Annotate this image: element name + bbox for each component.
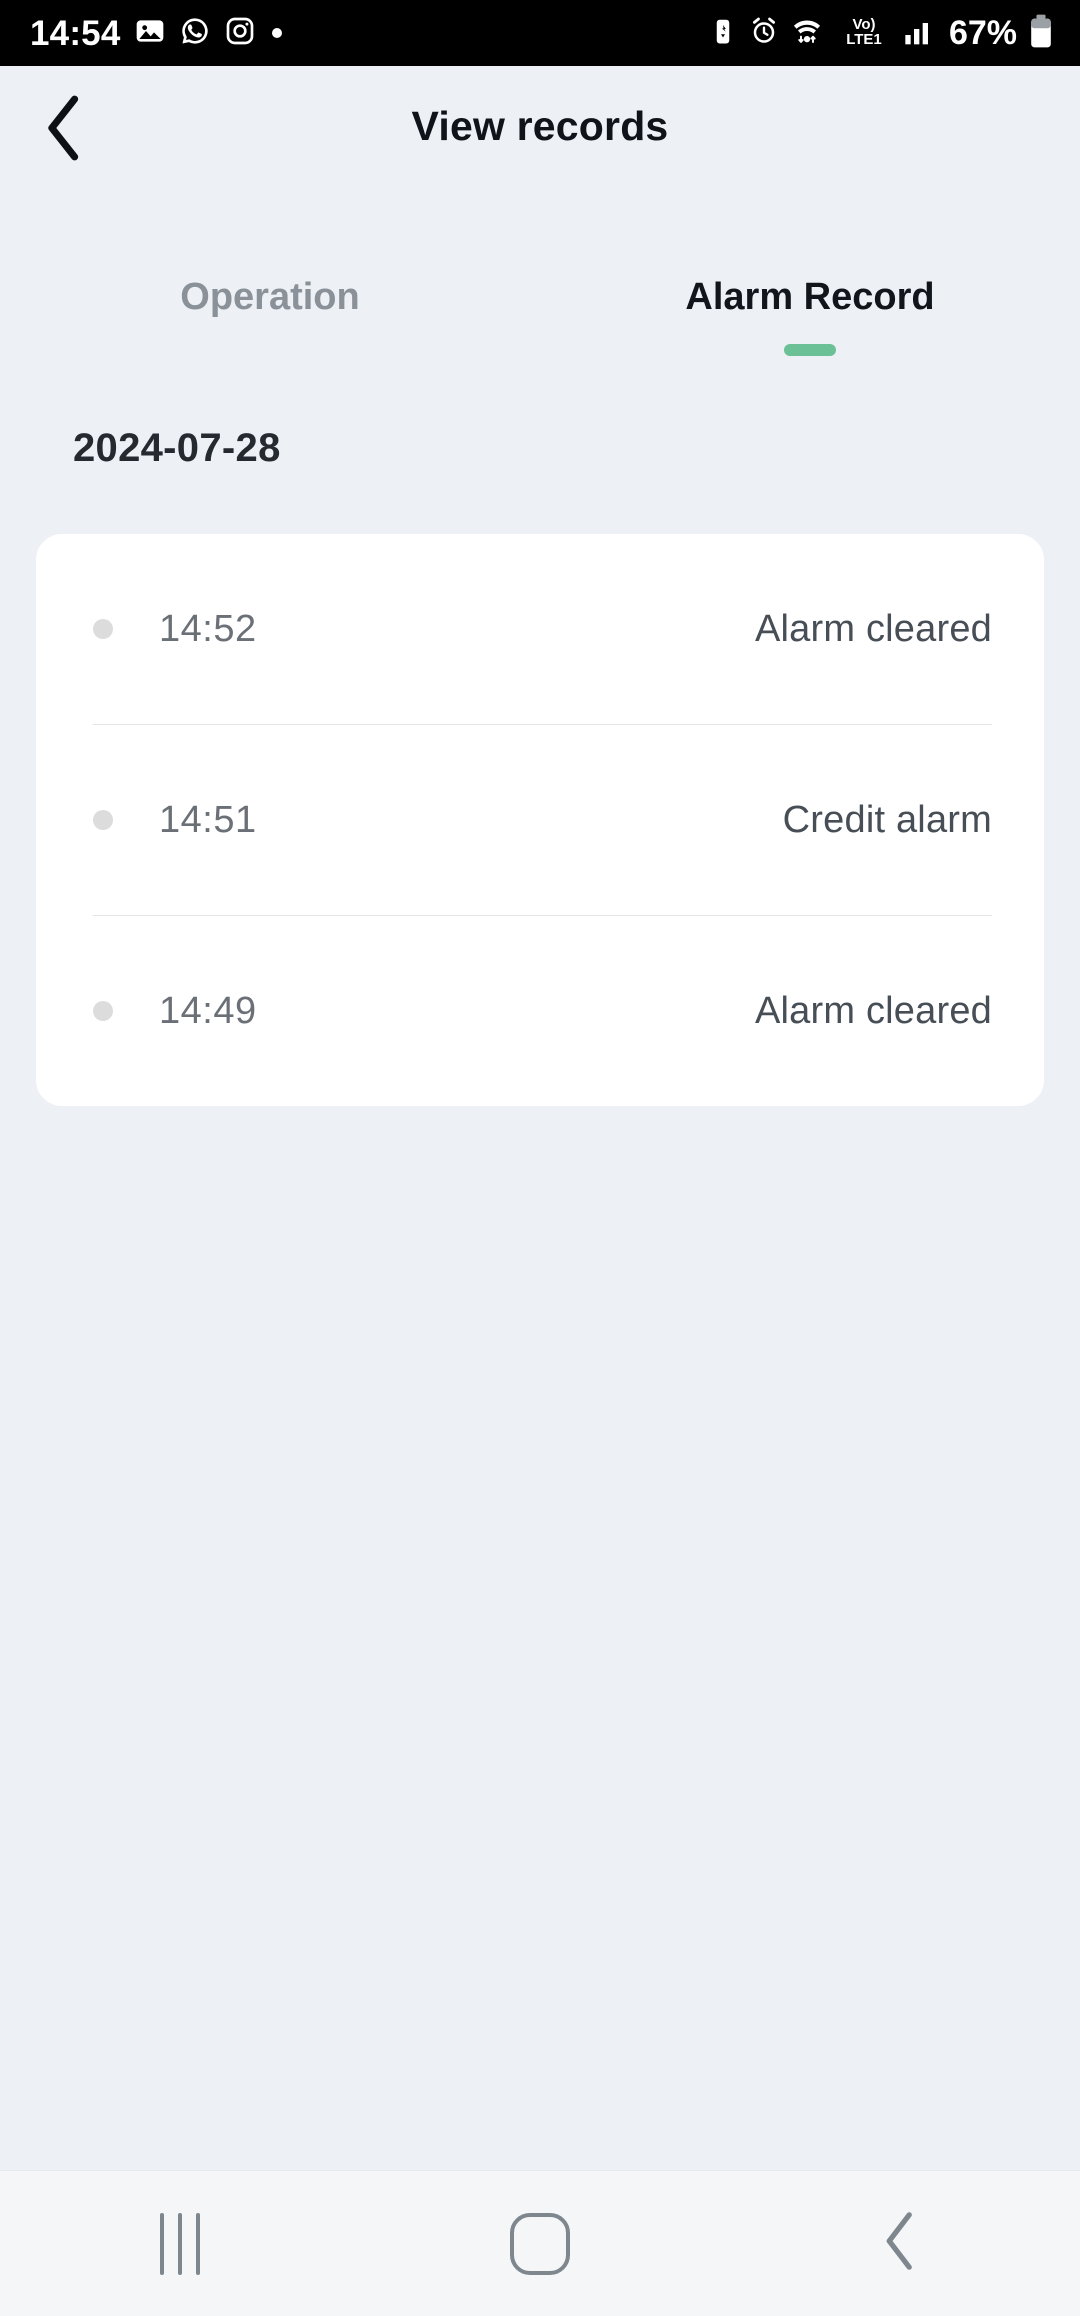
bullet-dot-icon: [93, 619, 113, 639]
table-row[interactable]: 14:49 Alarm cleared: [36, 916, 1044, 1106]
app-root: 14:54 Vo) LTE1 67% View records Operatio…: [0, 0, 1080, 2316]
bullet-dot-icon: [93, 1001, 113, 1021]
records-card: 14:52 Alarm cleared 14:51 Credit alarm 1…: [36, 534, 1044, 1106]
battery-icon: [1028, 14, 1054, 53]
tab-alarm-record-label: Alarm Record: [685, 276, 935, 318]
volte-lte-icon: Vo) LTE1: [835, 14, 893, 52]
android-nav-bar: [0, 2170, 1080, 2316]
signal-bars-icon: [904, 16, 936, 51]
nav-home-button[interactable]: [360, 2171, 720, 2316]
status-bar-right: Vo) LTE1 67%: [708, 14, 1054, 53]
record-label: Alarm cleared: [754, 607, 992, 650]
whatsapp-icon: [179, 15, 211, 52]
alarm-icon: [749, 16, 779, 51]
photos-icon: [134, 15, 166, 52]
record-label: Alarm cleared: [754, 989, 992, 1032]
tab-bar: Operation Alarm Record: [0, 270, 1080, 370]
status-bar-left: 14:54: [30, 15, 282, 52]
status-bar: 14:54 Vo) LTE1 67%: [0, 0, 1080, 66]
table-row[interactable]: 14:51 Credit alarm: [36, 725, 1044, 915]
status-bar-clock: 14:54: [30, 13, 121, 53]
record-time: 14:49: [159, 989, 257, 1032]
wifi-icon: [790, 16, 824, 51]
bullet-dot-icon: [93, 810, 113, 830]
home-icon: [510, 2212, 570, 2275]
page-title: View records: [411, 102, 669, 149]
table-row[interactable]: 14:52 Alarm cleared: [36, 534, 1044, 724]
recents-icon: [160, 2212, 200, 2275]
tab-operation[interactable]: Operation: [0, 270, 540, 370]
record-time: 14:51: [159, 798, 257, 841]
record-label: Credit alarm: [782, 798, 992, 841]
tab-indicator-active: [784, 344, 836, 356]
record-time: 14:52: [159, 607, 257, 650]
nav-recents-button[interactable]: [0, 2171, 360, 2316]
page-header: View records: [0, 66, 1080, 186]
dot-indicator-icon: [271, 28, 282, 38]
battery-percentage: 67%: [948, 14, 1017, 52]
tab-alarm-record[interactable]: Alarm Record: [540, 270, 1080, 370]
instagram-icon: [224, 15, 256, 52]
svg-text:LTE1: LTE1: [846, 31, 882, 48]
tab-operation-label: Operation: [180, 276, 360, 318]
back-icon: [880, 2210, 920, 2277]
nav-back-button[interactable]: [720, 2171, 1080, 2316]
battery-saver-icon: [708, 16, 738, 51]
date-header: 2024-07-28: [73, 426, 281, 470]
